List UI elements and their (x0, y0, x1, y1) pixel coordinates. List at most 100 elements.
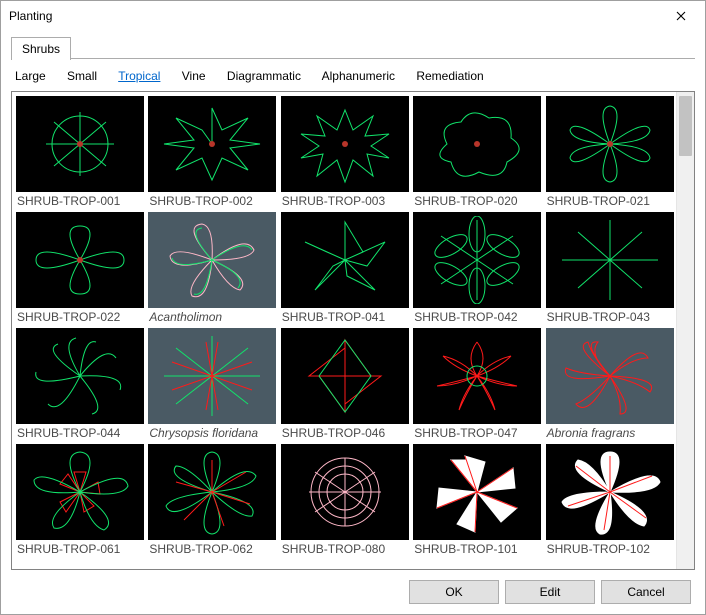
tab-shrubs[interactable]: Shrubs (11, 37, 71, 60)
thumbnail-preview[interactable] (148, 328, 276, 424)
plant-symbol-icon (152, 448, 272, 536)
thumbnail-item[interactable]: SHRUB-TROP-041 (281, 212, 409, 324)
thumbnail-preview[interactable] (281, 212, 409, 308)
thumbnail-item[interactable]: SHRUB-TROP-003 (281, 96, 409, 208)
plant-symbol-icon (152, 332, 272, 420)
filter-small[interactable]: Small (67, 69, 97, 83)
window-title: Planting (9, 9, 52, 23)
filter-alphanumeric[interactable]: Alphanumeric (322, 69, 395, 83)
thumbnail-preview[interactable] (546, 96, 674, 192)
plant-symbol-icon (550, 216, 670, 304)
plant-symbol-icon (417, 100, 537, 188)
thumbnail-preview[interactable] (413, 212, 541, 308)
thumbnail-label: Acantholimon (148, 308, 276, 324)
plant-symbol-icon (550, 100, 670, 188)
thumbnail-item[interactable]: SHRUB-TROP-001 (16, 96, 144, 208)
thumbnail-scroll-area: SHRUB-TROP-001 SHRUB-TROP-002 SHRUB-TROP… (12, 92, 694, 569)
scroll-thumb[interactable] (679, 96, 692, 156)
plant-symbol-icon (285, 332, 405, 420)
thumbnail-preview[interactable] (413, 328, 541, 424)
thumbnail-label: SHRUB-TROP-043 (546, 308, 674, 324)
plant-symbol-icon (20, 448, 140, 536)
ok-button[interactable]: OK (409, 580, 499, 604)
thumbnail-label: SHRUB-TROP-001 (16, 192, 144, 208)
titlebar: Planting (1, 1, 705, 31)
filter-tropical[interactable]: Tropical (118, 69, 160, 83)
thumbnail-panel: SHRUB-TROP-001 SHRUB-TROP-002 SHRUB-TROP… (11, 91, 695, 570)
plant-symbol-icon (285, 216, 405, 304)
thumbnail-label: Abronia fragrans (546, 424, 674, 440)
plant-symbol-icon (152, 100, 272, 188)
thumbnail-label: SHRUB-TROP-101 (413, 540, 541, 556)
thumbnail-item[interactable]: SHRUB-TROP-042 (413, 212, 541, 324)
plant-symbol-icon (550, 332, 670, 420)
thumbnail-preview[interactable] (148, 444, 276, 540)
thumbnail-item[interactable]: SHRUB-TROP-101 (413, 444, 541, 556)
plant-symbol-icon (152, 216, 272, 304)
filter-vine[interactable]: Vine (182, 69, 206, 83)
thumbnail-label: SHRUB-TROP-061 (16, 540, 144, 556)
plant-symbol-icon (285, 100, 405, 188)
plant-symbol-icon (285, 448, 405, 536)
thumbnail-preview[interactable] (148, 212, 276, 308)
thumbnail-item[interactable]: SHRUB-TROP-062 (148, 444, 276, 556)
thumbnail-preview[interactable] (281, 96, 409, 192)
thumbnail-item[interactable]: SHRUB-TROP-046 (281, 328, 409, 440)
thumbnail-item[interactable]: SHRUB-TROP-044 (16, 328, 144, 440)
thumbnail-preview[interactable] (281, 328, 409, 424)
close-button[interactable] (659, 2, 703, 30)
cancel-button[interactable]: Cancel (601, 580, 691, 604)
thumbnail-item[interactable]: SHRUB-TROP-002 (148, 96, 276, 208)
thumbnail-item[interactable]: SHRUB-TROP-043 (546, 212, 674, 324)
thumbnail-label: SHRUB-TROP-020 (413, 192, 541, 208)
thumbnail-preview[interactable] (413, 444, 541, 540)
plant-symbol-icon (417, 216, 537, 304)
primary-tab-strip: Shrubs (11, 35, 695, 59)
content-area: Shrubs Large Small Tropical Vine Diagram… (1, 31, 705, 614)
filter-large[interactable]: Large (15, 69, 46, 83)
edit-button[interactable]: Edit (505, 580, 595, 604)
thumbnail-label: SHRUB-TROP-044 (16, 424, 144, 440)
thumbnail-preview[interactable] (16, 96, 144, 192)
thumbnail-item[interactable]: SHRUB-TROP-061 (16, 444, 144, 556)
thumbnail-item[interactable]: SHRUB-TROP-080 (281, 444, 409, 556)
thumbnail-item[interactable]: Abronia fragrans (546, 328, 674, 440)
filter-row: Large Small Tropical Vine Diagrammatic A… (11, 59, 695, 89)
thumbnail-label: SHRUB-TROP-003 (281, 192, 409, 208)
thumbnail-preview[interactable] (413, 96, 541, 192)
plant-symbol-icon (20, 332, 140, 420)
thumbnail-preview[interactable] (16, 212, 144, 308)
filter-diagrammatic[interactable]: Diagrammatic (227, 69, 301, 83)
thumbnail-label: SHRUB-TROP-047 (413, 424, 541, 440)
thumbnail-item[interactable]: SHRUB-TROP-102 (546, 444, 674, 556)
thumbnail-item[interactable]: SHRUB-TROP-022 (16, 212, 144, 324)
thumbnail-preview[interactable] (546, 212, 674, 308)
filter-remediation[interactable]: Remediation (416, 69, 483, 83)
planting-dialog: Planting Shrubs Large Small Tropical Vin… (0, 0, 706, 615)
thumbnail-item[interactable]: Acantholimon (148, 212, 276, 324)
plant-symbol-icon (20, 100, 140, 188)
thumbnail-item[interactable]: SHRUB-TROP-020 (413, 96, 541, 208)
thumbnail-label: SHRUB-TROP-041 (281, 308, 409, 324)
thumbnail-preview[interactable] (148, 96, 276, 192)
thumbnail-grid: SHRUB-TROP-001 SHRUB-TROP-002 SHRUB-TROP… (12, 92, 676, 569)
thumbnail-preview[interactable] (16, 328, 144, 424)
thumbnail-label: SHRUB-TROP-046 (281, 424, 409, 440)
thumbnail-preview[interactable] (546, 444, 674, 540)
thumbnail-preview[interactable] (546, 328, 674, 424)
thumbnail-item[interactable]: Chrysopsis floridana (148, 328, 276, 440)
thumbnail-label: SHRUB-TROP-080 (281, 540, 409, 556)
thumbnail-label: SHRUB-TROP-042 (413, 308, 541, 324)
close-icon (676, 11, 686, 21)
thumbnail-item[interactable]: SHRUB-TROP-021 (546, 96, 674, 208)
dialog-button-row: OK Edit Cancel (11, 570, 695, 614)
thumbnail-item[interactable]: SHRUB-TROP-047 (413, 328, 541, 440)
thumbnail-label: SHRUB-TROP-022 (16, 308, 144, 324)
thumbnail-preview[interactable] (281, 444, 409, 540)
plant-symbol-icon (20, 216, 140, 304)
thumbnail-label: SHRUB-TROP-102 (546, 540, 674, 556)
scrollbar[interactable] (676, 92, 694, 569)
plant-symbol-icon (550, 448, 670, 536)
thumbnail-preview[interactable] (16, 444, 144, 540)
plant-symbol-icon (417, 332, 537, 420)
